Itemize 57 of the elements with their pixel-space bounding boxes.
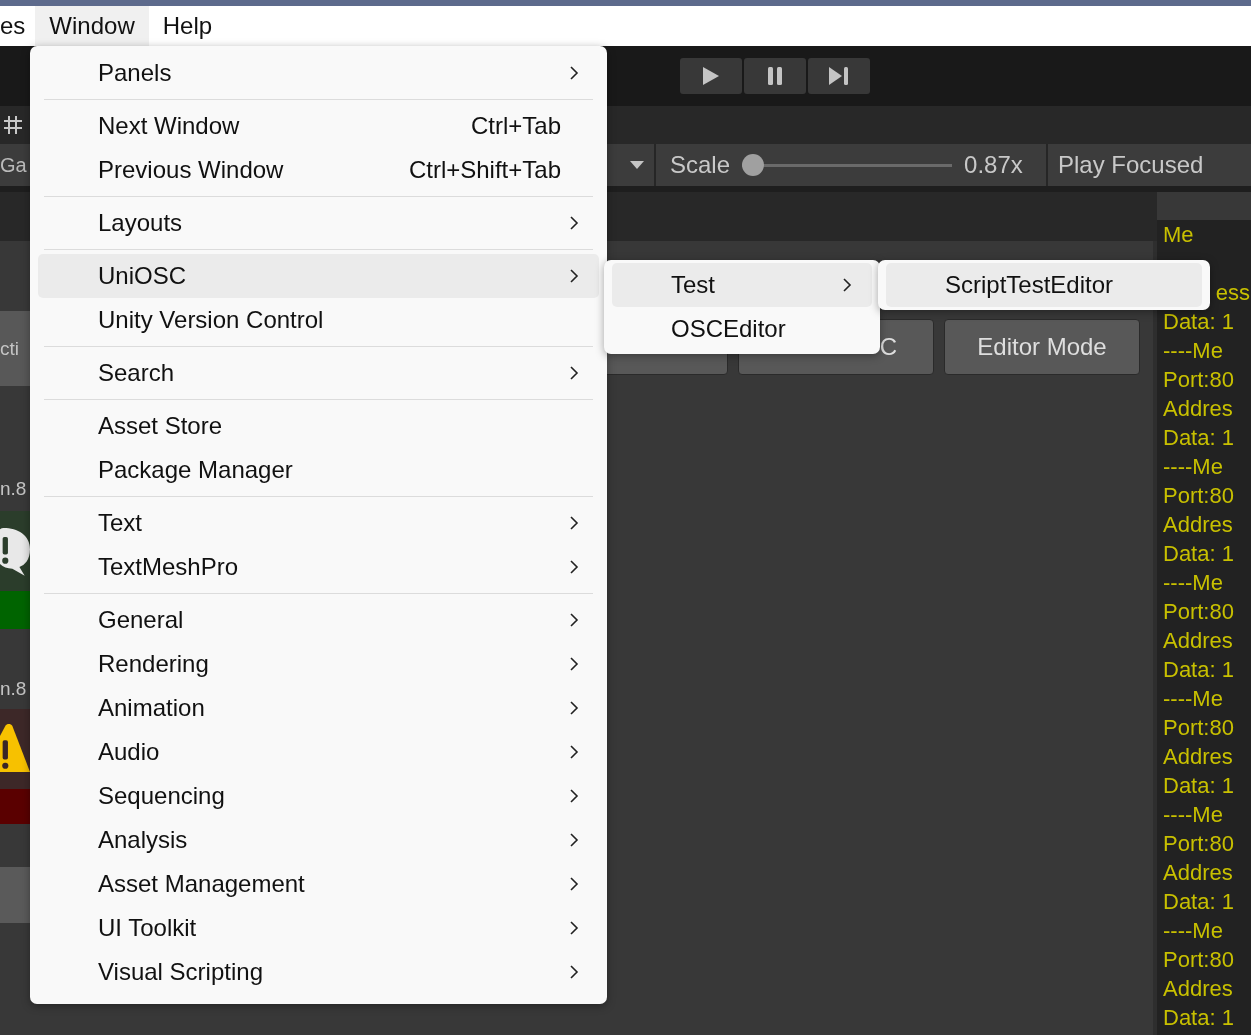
menu-item-label: Visual Scripting (98, 958, 263, 986)
menu-item-label: Package Manager (98, 456, 293, 484)
log-line: Addres (1163, 743, 1234, 771)
menu-item-label: UI Toolkit (98, 914, 197, 942)
log-line: ----Me (1163, 337, 1224, 365)
log-line: Data: 1 (1163, 424, 1235, 452)
menu-item-label: General (98, 606, 184, 634)
log-line: Port:80 (1163, 714, 1235, 742)
log-line: Data: 1 (1163, 1004, 1235, 1032)
log-line: Data: 1 (1163, 656, 1235, 684)
menu-item-label: Rendering (98, 650, 209, 678)
shortcut-label: Ctrl+Tab (470, 112, 561, 140)
menu-item-label: Layouts (98, 209, 183, 237)
menu-item-label: TextMeshPro (98, 553, 239, 581)
log-line: Data: 1 (1163, 308, 1235, 336)
log-line: Port:80 (1163, 366, 1235, 394)
menu-item-label: Audio (98, 738, 160, 766)
menu-item-label: Animation (98, 694, 205, 722)
log-line: Data: 1 (1163, 540, 1235, 568)
menu-item-label: Previous Window (98, 156, 284, 184)
log-line: ----Me (1163, 685, 1224, 713)
menu-item-label: Analysis (98, 826, 188, 854)
log-line: ----Me (1163, 453, 1224, 481)
scale-label: Scale (670, 151, 731, 179)
log-line: Addres (1163, 627, 1234, 655)
menu-item-label: Panels (98, 59, 172, 87)
log-line: Port:80 (1163, 598, 1235, 626)
log-line: ----Me (1163, 569, 1224, 597)
menu-item-label: OSCEditor (671, 315, 786, 343)
menu-item-label: Text (98, 509, 142, 537)
menu-item-label: ScriptTestEditor (945, 271, 1114, 299)
log-line: Addres (1163, 975, 1234, 1003)
entry-label: n.8 (0, 678, 27, 700)
scale-value: 0.87x (964, 151, 1023, 179)
log-line: Addres (1163, 859, 1234, 887)
log-line: ess (1214, 279, 1251, 307)
menu-item-label: Asset Store (98, 412, 223, 440)
menu-item-label: Test (671, 271, 715, 299)
log-line: Port:80 (1163, 830, 1235, 858)
log-line: Data: 1 (1163, 888, 1235, 916)
menu-item-label: Search (98, 359, 175, 387)
log-line: Port:80 (1163, 482, 1235, 510)
log-line: Addres (1163, 395, 1234, 423)
menu-item-label: UniOSC (98, 262, 187, 290)
log-line: ----Me (1163, 917, 1224, 945)
entry-label: n.8 (0, 477, 27, 500)
log-line: Me (1163, 221, 1195, 249)
menu-item-label: Unity Version Control (98, 306, 324, 334)
log-line: Data: 1 (1163, 772, 1235, 800)
log-line: Addres (1163, 511, 1234, 539)
shortcut-label: Ctrl+Shift+Tab (408, 156, 561, 184)
menu-item-label: Sequencing (98, 782, 225, 810)
menu-item-label: Asset Management (98, 870, 305, 898)
menu-item-label: Next Window (98, 112, 240, 140)
log-line: Port:80 (1163, 946, 1235, 974)
tab-label: Ga (0, 144, 30, 186)
log-line: ----Me (1163, 801, 1224, 829)
